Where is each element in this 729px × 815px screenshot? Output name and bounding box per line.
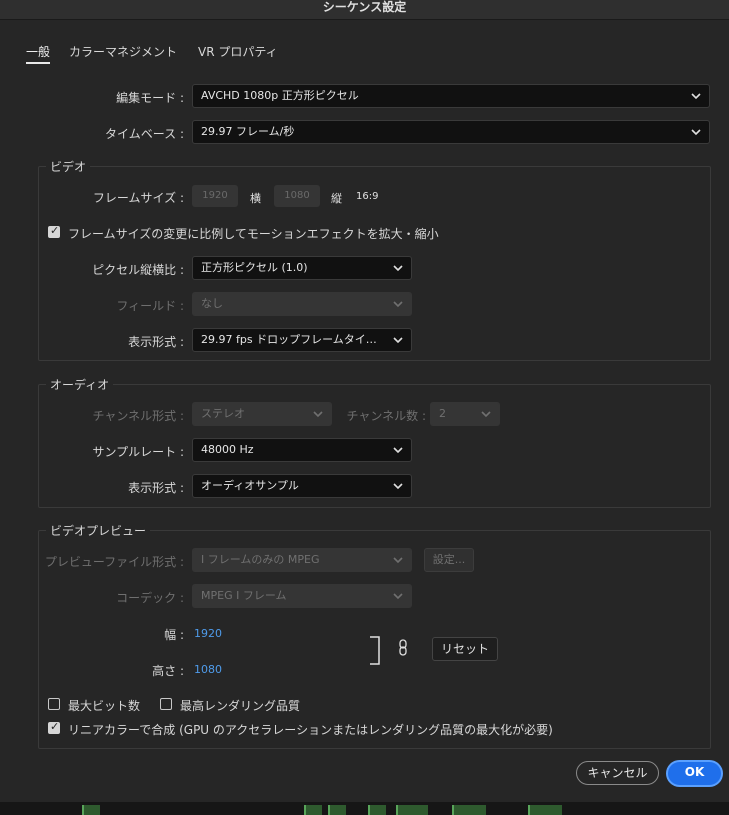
video-display-format-label: 表示形式 : (128, 335, 184, 349)
pixel-aspect-select[interactable]: 正方形ピクセル (1.0) (192, 256, 412, 280)
window-title-bar: シーケンス設定 (0, 0, 729, 20)
chevron-down-icon (393, 483, 403, 490)
chevron-down-icon (393, 337, 403, 344)
timeline-clip (452, 805, 486, 815)
preview-height-value[interactable]: 1080 (194, 663, 222, 676)
timeline-clip (528, 805, 562, 815)
fields-label: フィールド : (116, 299, 184, 313)
video-group-title: ビデオ (46, 158, 91, 175)
channel-count-label: チャンネル数 : (346, 409, 427, 423)
linear-color-checkbox[interactable]: ✓ (48, 720, 60, 734)
channel-count-select: 2 (430, 402, 500, 426)
reset-button[interactable]: リセット (432, 637, 498, 661)
audio-display-format-select[interactable]: オーディオサンプル (192, 474, 412, 498)
link-chain-icon[interactable] (396, 639, 410, 657)
channel-format-label: チャンネル形式 : (92, 409, 185, 423)
active-tab-indicator (26, 62, 50, 64)
channel-count-value: 2 (439, 407, 446, 420)
video-display-format-select[interactable]: 29.97 fps ドロップフレームタイ… (192, 328, 412, 352)
timebase-value: 29.97 フレーム/秒 (201, 125, 295, 138)
checkmark-icon: ✓ (50, 720, 60, 733)
sequence-settings-dialog: 一般 カラーマネジメント VR プロパティ 編集モード : AVCHD 1080… (0, 20, 729, 802)
window-title: シーケンス設定 (322, 0, 407, 14)
timeline-clip (304, 805, 322, 815)
ok-button[interactable]: OK (666, 760, 723, 787)
audio-display-format-label: 表示形式 : (128, 481, 184, 495)
preview-file-format-value: I フレームのみの MPEG (201, 553, 320, 566)
edit-mode-value: AVCHD 1080p 正方形ピクセル (201, 89, 359, 102)
video-preview-group-title: ビデオプレビュー (46, 522, 151, 539)
sample-rate-label: サンプルレート : (92, 445, 185, 459)
chevron-down-icon (691, 93, 701, 100)
linear-color-label: リニアカラーで合成 (GPU のアクセラレーションまたはレンダリング品質の最大化… (68, 723, 553, 737)
preview-height-label: 高さ : (152, 664, 184, 678)
timebase-select[interactable]: 29.97 フレーム/秒 (192, 120, 710, 144)
edit-mode-label: 編集モード : (116, 91, 184, 105)
fields-value: なし (201, 297, 223, 310)
pixel-aspect-value: 正方形ピクセル (1.0) (201, 261, 308, 274)
frame-width-field[interactable]: 1920 (192, 185, 238, 207)
channel-format-value: ステレオ (201, 407, 245, 420)
scale-motion-checkbox[interactable]: ✓ (48, 224, 60, 238)
channel-format-select: ステレオ (192, 402, 332, 426)
max-bit-depth-checkbox[interactable] (48, 698, 60, 710)
edit-mode-select[interactable]: AVCHD 1080p 正方形ピクセル (192, 84, 710, 108)
audio-group-title: オーディオ (46, 376, 114, 393)
max-render-quality-checkbox[interactable] (160, 698, 172, 710)
preview-settings-button: 設定... (424, 548, 474, 572)
audio-display-format-value: オーディオサンプル (201, 479, 299, 492)
frame-width-label: 横 (250, 192, 261, 205)
fields-select: なし (192, 292, 412, 316)
cancel-button[interactable]: キャンセル (576, 761, 659, 785)
preview-width-label: 幅 : (164, 628, 184, 642)
chevron-down-icon (393, 447, 403, 454)
preview-file-format-select: I フレームのみの MPEG (192, 548, 412, 572)
video-display-format-value: 29.97 fps ドロップフレームタイ… (201, 333, 377, 346)
timeline-strip (0, 802, 729, 815)
bracket-icon (370, 636, 380, 665)
chevron-down-icon (313, 411, 323, 418)
chevron-down-icon (393, 265, 403, 272)
tab-vr-properties[interactable]: VR プロパティ (198, 43, 278, 60)
tab-color-management[interactable]: カラーマネジメント (69, 43, 177, 60)
preview-width-value[interactable]: 1920 (194, 627, 222, 640)
sample-rate-value: 48000 Hz (201, 443, 254, 456)
timebase-label: タイムベース : (104, 127, 184, 141)
scale-motion-label: フレームサイズの変更に比例してモーションエフェクトを拡大・縮小 (68, 227, 439, 241)
checkmark-icon: ✓ (50, 224, 60, 237)
timeline-clip (368, 805, 386, 815)
chevron-down-icon (393, 557, 403, 564)
sample-rate-select[interactable]: 48000 Hz (192, 438, 412, 462)
preview-file-format-label: プレビューファイル形式 : (44, 555, 184, 569)
chevron-down-icon (481, 411, 491, 418)
codec-label: コーデック : (116, 591, 184, 605)
timeline-clip (328, 805, 346, 815)
frame-height-field[interactable]: 1080 (274, 185, 320, 207)
frame-size-label: フレームサイズ : (92, 191, 184, 205)
chevron-down-icon (393, 301, 403, 308)
codec-select: MPEG I フレーム (192, 584, 412, 608)
max-bit-depth-label: 最大ビット数 (68, 699, 141, 713)
timeline-clip (82, 805, 100, 815)
chevron-down-icon (691, 129, 701, 136)
frame-height-label: 縦 (331, 192, 342, 205)
chevron-down-icon (393, 593, 403, 600)
aspect-ratio-text: 16:9 (356, 191, 379, 202)
timeline-clip (396, 805, 428, 815)
pixel-aspect-label: ピクセル縦横比 : (92, 263, 184, 277)
max-render-quality-label: 最高レンダリング品質 (180, 699, 301, 713)
tab-general[interactable]: 一般 (26, 43, 50, 64)
codec-value: MPEG I フレーム (201, 589, 287, 602)
